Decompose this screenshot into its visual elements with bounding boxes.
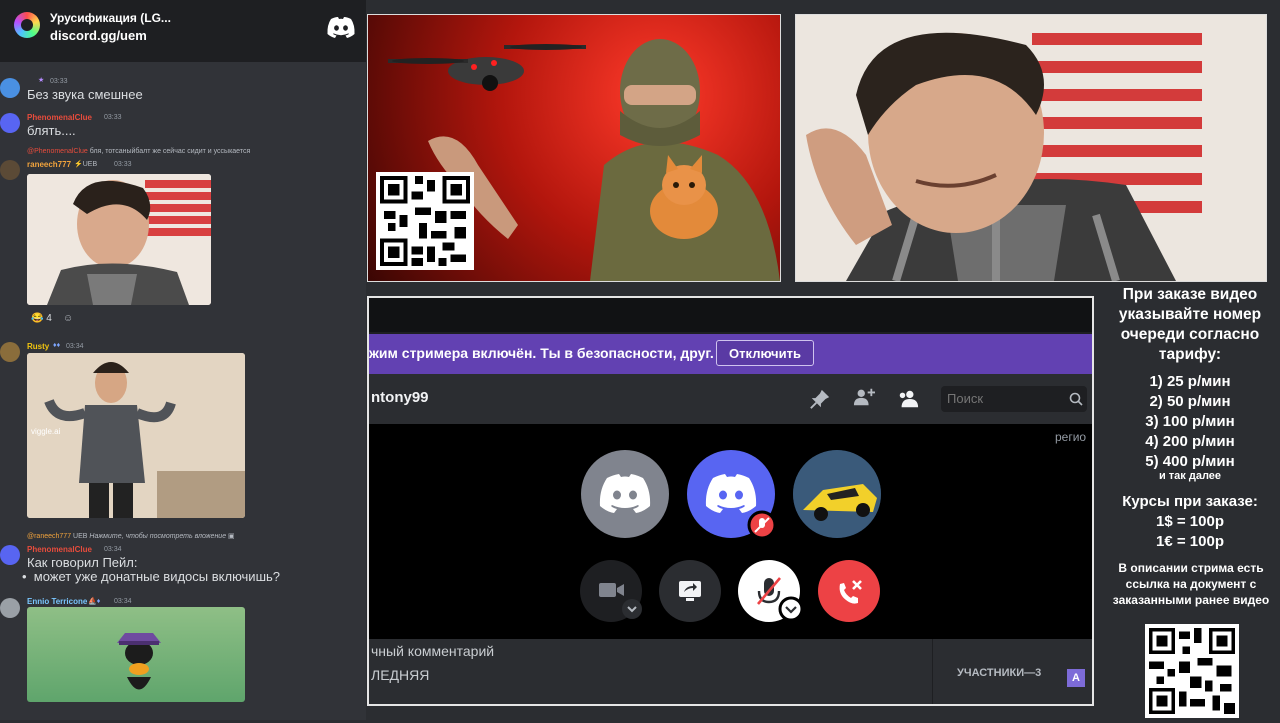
message-timestamp: 03:33 bbox=[114, 161, 132, 168]
screen-share-button[interactable] bbox=[659, 560, 721, 622]
reply-preview[interactable]: @raneech777 UEB Нажмите, чтобы посмотрет… bbox=[27, 532, 235, 540]
dm-username: ntony99 bbox=[371, 389, 429, 406]
image-icon: ▣ bbox=[228, 533, 235, 540]
last-label: ЛЕДНЯЯ bbox=[371, 667, 430, 683]
message-text: Без звука смешнее bbox=[27, 87, 143, 102]
reply-username: @raneech777 bbox=[27, 533, 72, 540]
streamer-mode-banner: жим стримера включён. Ты в безопасности,… bbox=[369, 334, 1092, 374]
rate-item: 1€ = 100р bbox=[1156, 533, 1224, 550]
message-timestamp: 03:34 bbox=[66, 343, 84, 350]
server-icon bbox=[14, 12, 40, 38]
qr-code bbox=[1145, 624, 1239, 718]
message-timestamp: 03:34 bbox=[114, 598, 132, 605]
participant-avatar[interactable] bbox=[793, 450, 881, 538]
rate-item: 1$ = 100р bbox=[1156, 513, 1224, 530]
discord-logo-icon bbox=[327, 17, 355, 38]
search-input[interactable] bbox=[947, 391, 1057, 406]
username[interactable]: PhenomenalClue bbox=[27, 113, 92, 122]
tariff-item: 3) 100 р/мин bbox=[1145, 413, 1235, 430]
avatar[interactable] bbox=[0, 598, 20, 618]
reply-badge: UEB bbox=[73, 533, 88, 540]
video-attachment[interactable] bbox=[27, 607, 245, 702]
chevron-down-icon[interactable] bbox=[778, 596, 804, 622]
add-reaction-icon[interactable]: ☺ bbox=[63, 313, 73, 324]
watermark-text: viggle.ai bbox=[31, 427, 61, 436]
chat-panel: Урусификация (LG... discord.gg/uem ★ 03:… bbox=[0, 0, 366, 720]
role-icon: ★ bbox=[38, 77, 45, 84]
message-text: блять.... bbox=[27, 123, 76, 138]
search-icon bbox=[1069, 392, 1083, 406]
discord-icon bbox=[599, 474, 651, 513]
reply-text: Нажмите, чтобы посмотреть вложение bbox=[89, 533, 227, 540]
message-timestamp: 03:33 bbox=[104, 114, 122, 121]
chat-header: Урусификация (LG... discord.gg/uem bbox=[0, 0, 366, 62]
region-label: регио bbox=[1055, 430, 1087, 444]
user-badge: ⚡UEB bbox=[74, 161, 98, 168]
message-timestamp: 03:33 bbox=[50, 78, 68, 85]
reaction-chip[interactable]: 😂 4 bbox=[31, 313, 52, 324]
avatar[interactable] bbox=[0, 113, 20, 133]
webcam-video bbox=[795, 14, 1267, 282]
username[interactable]: PhenomenalClue bbox=[27, 545, 92, 554]
message-text: Как говорил Пейл: bbox=[27, 555, 138, 570]
comment-label: чный комментарий bbox=[371, 643, 495, 659]
avatar[interactable] bbox=[0, 342, 20, 362]
qr-code bbox=[376, 172, 474, 270]
server-name: Урусификация (LG... bbox=[50, 11, 171, 25]
add-friend-icon[interactable] bbox=[853, 386, 875, 408]
muted-icon bbox=[747, 510, 777, 540]
user-badge-icon: ⛵♦ bbox=[88, 598, 101, 605]
rates-list: 1$ = 100р 1€ = 100р bbox=[1100, 512, 1280, 552]
video-attachment[interactable]: viggle.ai bbox=[27, 353, 245, 518]
members-pane: УЧАСТНИКИ—3 A bbox=[932, 639, 1092, 704]
username[interactable]: raneech777 bbox=[27, 160, 71, 169]
participant-avatar[interactable] bbox=[581, 450, 669, 538]
streamer-mode-text: жим стримера включён. Ты в безопасности,… bbox=[369, 345, 714, 361]
tariff-etc: и так далее bbox=[1158, 470, 1222, 482]
avatar[interactable] bbox=[0, 78, 20, 98]
description-note: В описании стрима есть ссылка на докумен… bbox=[1112, 561, 1270, 607]
tariff-item: 4) 200 р/мин bbox=[1145, 433, 1235, 450]
order-instructions: При заказе видео указывайте номер очеред… bbox=[1118, 286, 1262, 363]
tariff-item: 1) 25 р/мин bbox=[1149, 373, 1231, 390]
username[interactable]: Ennio Terricone bbox=[27, 597, 87, 606]
member-avatar[interactable]: A bbox=[1067, 669, 1085, 687]
dm-header: ntony99 bbox=[369, 374, 1092, 424]
title-bar bbox=[369, 298, 1092, 332]
discord-call-window: жим стримера включён. Ты в безопасности,… bbox=[367, 296, 1094, 706]
rates-title: Курсы при заказе: bbox=[1122, 493, 1258, 510]
chevron-down-icon[interactable] bbox=[621, 598, 643, 620]
message-bullet: • может уже донатные видосы включишь? bbox=[22, 569, 281, 584]
leave-call-button[interactable] bbox=[818, 560, 880, 622]
avatar[interactable] bbox=[0, 160, 20, 180]
reply-preview[interactable]: @PhenomenalClue бля, тотсаныйбалт же сей… bbox=[27, 148, 250, 155]
user-badge-icon: ♦♦ bbox=[53, 342, 61, 349]
hang-up-icon bbox=[839, 580, 862, 604]
voice-call-area: регио bbox=[369, 424, 1092, 639]
drone-icon bbox=[388, 44, 586, 91]
reply-text: бля, тотсаныйбалт же сейчас сидит и уссы… bbox=[89, 148, 251, 155]
disable-streamer-mode-button[interactable]: Отключить bbox=[716, 340, 814, 366]
screen-share-icon bbox=[679, 581, 701, 601]
server-invite[interactable]: discord.gg/uem bbox=[50, 28, 147, 43]
channel-bottom-area: чный комментарий ЛЕДНЯЯ УЧАСТНИКИ—3 A bbox=[369, 639, 1092, 704]
race-car-icon bbox=[793, 450, 881, 538]
tariff-item: 2) 50 р/мин bbox=[1149, 393, 1231, 410]
video-attachment[interactable] bbox=[27, 174, 211, 305]
reply-username: @PhenomenalClue bbox=[27, 148, 88, 155]
avatar[interactable] bbox=[0, 545, 20, 565]
tariff-item: 5) 400 р/мин bbox=[1145, 453, 1235, 470]
message-timestamp: 03:34 bbox=[104, 546, 122, 553]
username[interactable]: Rusty bbox=[27, 342, 49, 351]
pin-icon[interactable] bbox=[809, 388, 831, 410]
members-label: УЧАСТНИКИ—3 bbox=[957, 667, 1042, 679]
tariff-list: 1) 25 р/мин 2) 50 р/мин 3) 100 р/мин 4) … bbox=[1100, 372, 1280, 472]
search-box[interactable] bbox=[941, 386, 1087, 412]
member-list-icon[interactable] bbox=[897, 388, 919, 410]
